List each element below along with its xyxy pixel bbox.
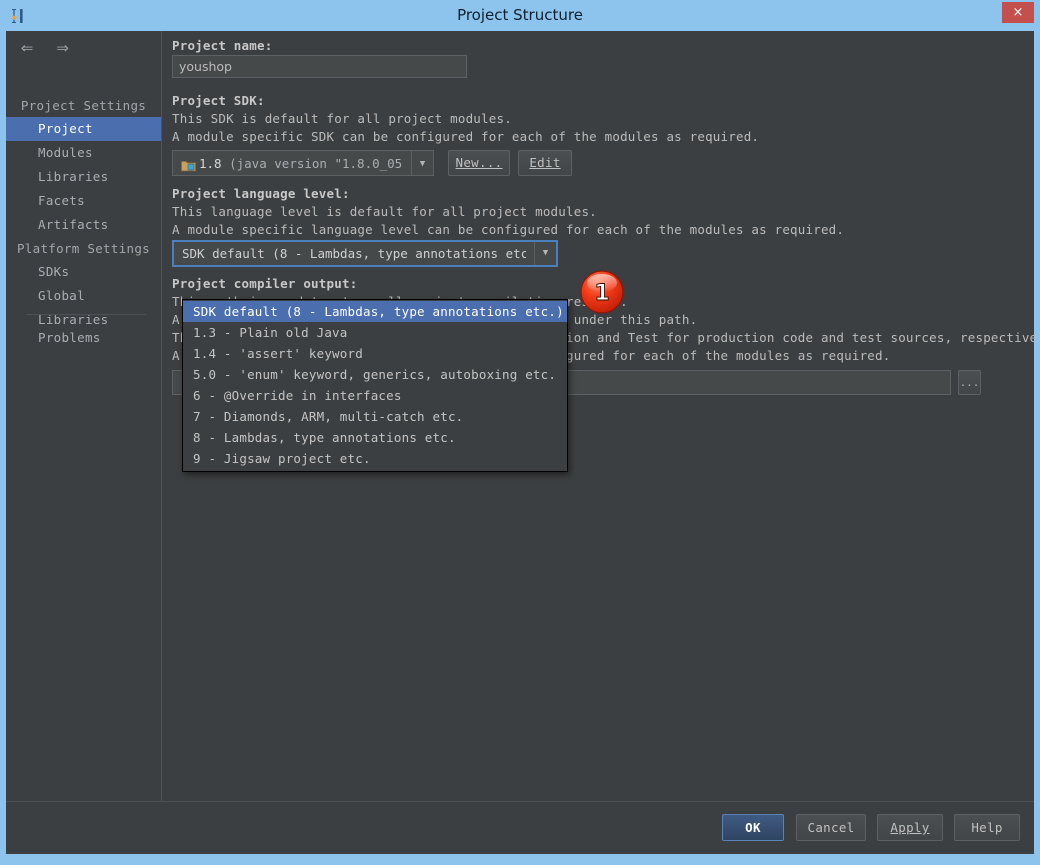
edit-sdk-button-label: Edit	[529, 155, 560, 170]
ok-button[interactable]: OK	[722, 814, 784, 841]
project-sdk-label: Project SDK:	[172, 93, 265, 108]
apply-button-label: Apply	[890, 820, 929, 835]
project-name-label: Project name:	[172, 38, 272, 53]
sidebar-item-facets[interactable]: Facets	[6, 189, 161, 213]
help-button[interactable]: Help	[954, 814, 1020, 841]
dropdown-option-9[interactable]: 9 - Jigsaw project etc.	[183, 448, 567, 469]
project-sdk-desc-1: This SDK is default for all project modu…	[172, 111, 512, 126]
project-sdk-value: 1.8 (java version "1.8.0_05")	[199, 151, 403, 175]
project-structure-window: Project Structure × ⇐ ⇒ Project Settings…	[0, 0, 1040, 865]
apply-button[interactable]: Apply	[877, 814, 943, 841]
cancel-button[interactable]: Cancel	[796, 814, 866, 841]
dropdown-option-5-0[interactable]: 5.0 - 'enum' keyword, generics, autoboxi…	[183, 364, 567, 385]
dropdown-option-1-4[interactable]: 1.4 - 'assert' keyword	[183, 343, 567, 364]
sidebar-item-modules[interactable]: Modules	[6, 141, 161, 165]
svg-text:1: 1	[594, 281, 609, 306]
folder-sdk-icon	[181, 157, 196, 170]
language-level-dropdown[interactable]: SDK default (8 - Lambdas, type annotatio…	[182, 299, 568, 472]
dropdown-option-7[interactable]: 7 - Diamonds, ARM, multi-catch etc.	[183, 406, 567, 427]
title-bar: Project Structure ×	[0, 0, 1040, 31]
project-sdk-name: 1.8	[199, 156, 222, 171]
language-level-value: SDK default (8 - Lambdas, type annotatio…	[182, 242, 526, 265]
settings-sidebar: ⇐ ⇒ Project Settings Project Modules Lib…	[6, 31, 162, 801]
new-sdk-button-label: New...	[456, 155, 503, 170]
sidebar-item-sdks[interactable]: SDKs	[6, 260, 161, 284]
project-name-input[interactable]	[172, 55, 467, 78]
dropdown-option-1-3[interactable]: 1.3 - Plain old Java	[183, 322, 567, 343]
dialog-footer: OK Cancel Apply Help	[6, 801, 1034, 854]
back-arrow-icon[interactable]: ⇐	[16, 37, 38, 59]
language-level-desc-1: This language level is default for all p…	[172, 204, 597, 219]
chevron-down-icon[interactable]: ▼	[534, 242, 556, 265]
project-name-field[interactable]	[179, 56, 460, 77]
dropdown-option-6[interactable]: 6 - @Override in interfaces	[183, 385, 567, 406]
project-sdk-combo[interactable]: 1.8 (java version "1.8.0_05") ▼	[172, 150, 434, 176]
sidebar-group-project-settings: Project Settings	[6, 94, 161, 118]
window-title: Project Structure	[0, 0, 1040, 31]
dropdown-option-8[interactable]: 8 - Lambdas, type annotations etc.	[183, 427, 567, 448]
close-icon[interactable]: ×	[1002, 2, 1034, 23]
edit-sdk-button[interactable]: Edit	[518, 150, 572, 176]
project-sdk-detail: (java version "1.8.0_05")	[229, 156, 403, 171]
browse-compiler-output-button[interactable]: ...	[958, 370, 981, 395]
sidebar-nav: ⇐ ⇒	[16, 37, 74, 59]
dropdown-option-sdk-default[interactable]: SDK default (8 - Lambdas, type annotatio…	[183, 301, 567, 322]
sidebar-item-global-libraries[interactable]: Global Libraries	[6, 284, 161, 308]
sidebar-item-libraries[interactable]: Libraries	[6, 165, 161, 189]
language-level-combo[interactable]: SDK default (8 - Lambdas, type annotatio…	[172, 240, 558, 267]
chevron-down-icon[interactable]: ▼	[411, 151, 433, 175]
sidebar-item-problems[interactable]: Problems	[6, 326, 161, 350]
sidebar-item-artifacts[interactable]: Artifacts	[6, 213, 161, 237]
annotation-badge-1: 1	[578, 268, 626, 316]
dialog-content: ⇐ ⇒ Project Settings Project Modules Lib…	[6, 31, 1034, 854]
project-sdk-desc-2: A module specific SDK can be configured …	[172, 129, 759, 144]
new-sdk-button[interactable]: New...	[448, 150, 510, 176]
sidebar-divider	[26, 314, 146, 315]
language-level-desc-2: A module specific language level can be …	[172, 222, 844, 237]
compiler-output-label: Project compiler output:	[172, 276, 357, 291]
forward-arrow-icon[interactable]: ⇒	[52, 37, 74, 59]
sidebar-group-platform-settings: Platform Settings	[6, 237, 161, 261]
sidebar-item-project[interactable]: Project	[6, 117, 161, 141]
language-level-label: Project language level:	[172, 186, 350, 201]
